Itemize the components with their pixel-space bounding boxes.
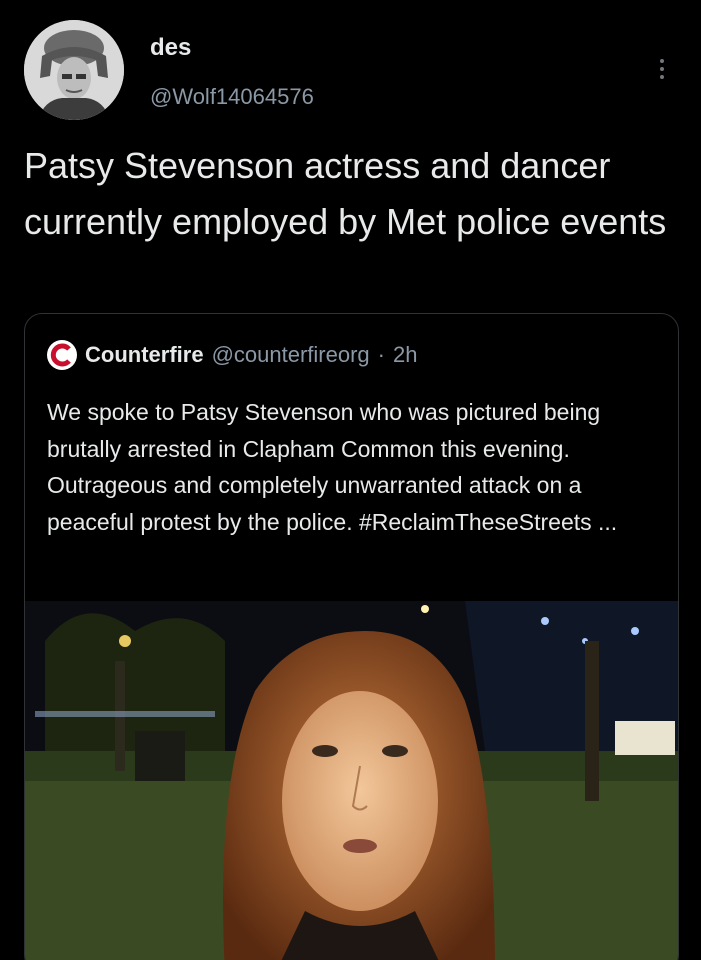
video-thumbnail-photo	[25, 601, 678, 960]
quoted-tweet-media[interactable]	[25, 601, 678, 960]
avatar-photo-icon	[24, 20, 124, 120]
author-display-name[interactable]: des	[150, 34, 191, 62]
author-handle[interactable]: @Wolf14064576	[150, 84, 314, 110]
more-dot	[660, 75, 664, 79]
quoted-author-name[interactable]: Counterfire	[85, 342, 204, 368]
more-dot	[660, 67, 664, 71]
separator-dot: ·	[377, 342, 385, 367]
quoted-author-handle[interactable]: @counterfireorg	[212, 342, 370, 368]
counterfire-logo-icon[interactable]	[47, 340, 77, 370]
quoted-tweet-header: Counterfire @counterfireorg · 2h	[47, 340, 417, 370]
more-dot	[660, 59, 664, 63]
quoted-tweet-text: We spoke to Patsy Stevenson who was pict…	[47, 399, 618, 535]
quoted-tweet-card[interactable]: Counterfire @counterfireorg · 2h We spok…	[24, 313, 679, 960]
quoted-tweet-time[interactable]: 2h	[393, 342, 417, 368]
more-options-button[interactable]	[650, 52, 674, 86]
tweet: des @Wolf14064576 Patsy Stevenson actres…	[0, 0, 701, 960]
user-avatar[interactable]	[24, 20, 124, 120]
tweet-text: Patsy Stevenson actress and dancer curre…	[24, 145, 667, 242]
